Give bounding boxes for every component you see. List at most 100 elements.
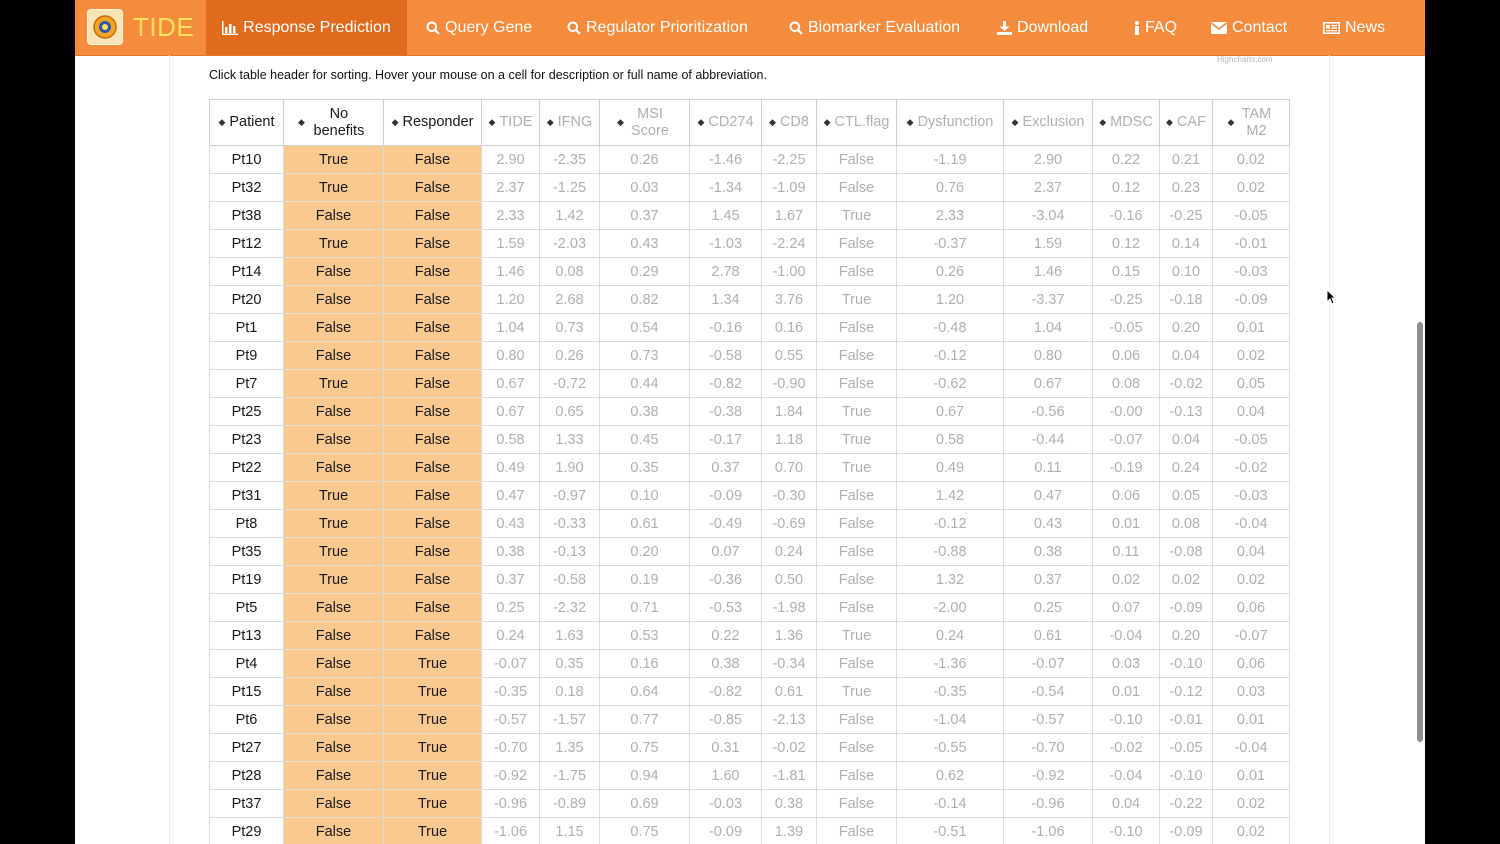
table-cell[interactable]: 0.61 [761, 677, 817, 706]
table-cell[interactable]: -0.82 [689, 369, 762, 398]
table-cell[interactable]: 0.20 [599, 537, 690, 566]
table-cell[interactable]: False [283, 649, 384, 678]
table-cell[interactable]: 0.71 [599, 593, 690, 622]
table-cell[interactable]: True [383, 761, 482, 790]
nav-news[interactable]: News [1313, 0, 1395, 55]
table-cell[interactable]: -1.19 [896, 145, 1004, 174]
table-cell[interactable]: -0.12 [896, 509, 1004, 538]
table-cell[interactable]: 0.61 [599, 509, 690, 538]
table-cell[interactable]: -0.38 [689, 397, 762, 426]
column-header[interactable]: ◆ Responder [383, 99, 482, 146]
table-cell[interactable]: -0.00 [1092, 397, 1160, 426]
table-cell[interactable]: True [383, 649, 482, 678]
table-cell[interactable]: -0.04 [1092, 761, 1160, 790]
table-cell[interactable]: 0.65 [539, 397, 600, 426]
table-cell[interactable]: 0.35 [599, 453, 690, 482]
table-cell[interactable]: False [383, 285, 482, 314]
table-cell[interactable]: 0.19 [599, 565, 690, 594]
table-cell[interactable]: False [283, 453, 384, 482]
table-cell[interactable]: -0.44 [1003, 425, 1093, 454]
table-cell[interactable]: False [816, 789, 897, 818]
table-cell[interactable]: True [816, 397, 897, 426]
table-cell[interactable]: 0.43 [481, 509, 540, 538]
table-cell[interactable]: -1.06 [481, 817, 540, 844]
table-cell[interactable]: False [283, 201, 384, 230]
table-cell[interactable]: 0.02 [1212, 565, 1290, 594]
nav-response-prediction[interactable]: Response Prediction [206, 0, 407, 55]
table-cell[interactable]: 1.20 [481, 285, 540, 314]
table-cell[interactable]: 0.49 [481, 453, 540, 482]
table-cell[interactable]: Pt28 [209, 761, 284, 790]
table-cell[interactable]: -0.10 [1092, 817, 1160, 844]
highcharts-credit-link[interactable]: Highcharts.com [1217, 55, 1273, 64]
table-cell[interactable]: 0.20 [1159, 313, 1213, 342]
table-cell[interactable]: False [283, 761, 384, 790]
table-cell[interactable]: 0.01 [1212, 705, 1290, 734]
table-cell[interactable]: 0.38 [689, 649, 762, 678]
table-cell[interactable]: False [383, 453, 482, 482]
table-cell[interactable]: True [283, 509, 384, 538]
table-cell[interactable]: -2.32 [539, 593, 600, 622]
table-cell[interactable]: True [283, 173, 384, 202]
table-cell[interactable]: -0.04 [1212, 509, 1290, 538]
table-cell[interactable]: -0.08 [1159, 537, 1213, 566]
table-cell[interactable]: Pt12 [209, 229, 284, 258]
table-cell[interactable]: False [816, 565, 897, 594]
table-cell[interactable]: 0.62 [896, 761, 1004, 790]
table-cell[interactable]: 0.26 [599, 145, 690, 174]
table-cell[interactable]: -0.34 [761, 649, 817, 678]
table-cell[interactable]: -2.03 [539, 229, 600, 258]
table-cell[interactable]: False [816, 649, 897, 678]
table-cell[interactable]: -0.57 [481, 705, 540, 734]
table-cell[interactable]: 0.38 [599, 397, 690, 426]
table-cell[interactable]: -1.36 [896, 649, 1004, 678]
column-header[interactable]: ◆ CD274 [689, 99, 762, 146]
table-cell[interactable]: -0.12 [1159, 677, 1213, 706]
table-cell[interactable]: False [816, 761, 897, 790]
column-header[interactable]: ◆ MDSC [1092, 99, 1160, 146]
table-cell[interactable]: False [816, 509, 897, 538]
table-cell[interactable]: False [816, 593, 897, 622]
table-cell[interactable]: -0.05 [1212, 425, 1290, 454]
column-header[interactable]: ◆ CAF [1159, 99, 1213, 146]
table-cell[interactable]: True [816, 621, 897, 650]
table-cell[interactable]: 0.73 [539, 313, 600, 342]
table-cell[interactable]: -0.16 [689, 313, 762, 342]
table-cell[interactable]: 0.29 [599, 257, 690, 286]
table-cell[interactable]: 0.77 [599, 705, 690, 734]
table-cell[interactable]: Pt37 [209, 789, 284, 818]
table-cell[interactable]: 2.90 [1003, 145, 1093, 174]
table-cell[interactable]: Pt9 [209, 341, 284, 370]
table-cell[interactable]: 1.42 [539, 201, 600, 230]
table-cell[interactable]: 0.21 [1159, 145, 1213, 174]
table-cell[interactable]: Pt20 [209, 285, 284, 314]
table-cell[interactable]: False [816, 173, 897, 202]
table-cell[interactable]: -0.96 [481, 789, 540, 818]
column-header[interactable]: ◆ CD8 [761, 99, 817, 146]
table-cell[interactable]: True [816, 201, 897, 230]
table-cell[interactable]: True [816, 425, 897, 454]
table-cell[interactable]: 0.38 [1003, 537, 1093, 566]
table-cell[interactable]: -0.33 [539, 509, 600, 538]
table-cell[interactable]: 0.04 [1159, 341, 1213, 370]
table-cell[interactable]: -2.35 [539, 145, 600, 174]
table-cell[interactable]: -1.75 [539, 761, 600, 790]
table-cell[interactable]: -1.03 [689, 229, 762, 258]
column-header[interactable]: ◆ Exclusion [1003, 99, 1093, 146]
table-cell[interactable]: 0.37 [481, 565, 540, 594]
table-cell[interactable]: -0.02 [1159, 369, 1213, 398]
table-cell[interactable]: 1.60 [689, 761, 762, 790]
table-cell[interactable]: 0.20 [1159, 621, 1213, 650]
table-cell[interactable]: 0.26 [896, 257, 1004, 286]
table-cell[interactable]: 0.67 [896, 397, 1004, 426]
table-cell[interactable]: -1.81 [761, 761, 817, 790]
table-cell[interactable]: Pt38 [209, 201, 284, 230]
table-cell[interactable]: 0.37 [689, 453, 762, 482]
table-cell[interactable]: 0.64 [599, 677, 690, 706]
table-cell[interactable]: -2.13 [761, 705, 817, 734]
table-cell[interactable]: True [383, 705, 482, 734]
table-cell[interactable]: 2.37 [481, 173, 540, 202]
table-cell[interactable]: -0.49 [689, 509, 762, 538]
table-cell[interactable]: Pt27 [209, 733, 284, 762]
table-cell[interactable]: 0.38 [761, 789, 817, 818]
